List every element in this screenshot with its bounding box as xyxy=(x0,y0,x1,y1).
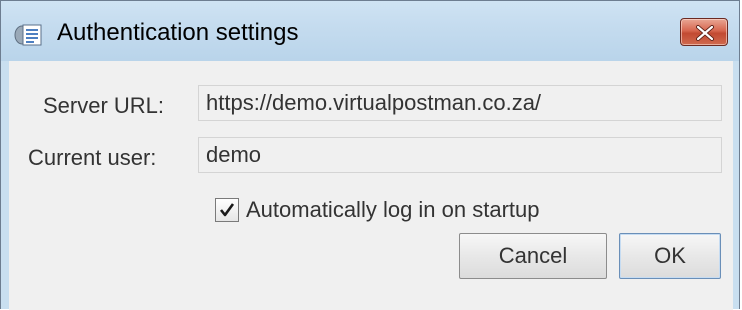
dialog-window: Authentication settings Server URL: http… xyxy=(0,0,740,310)
auto-login-checkbox[interactable] xyxy=(215,198,239,222)
cancel-button[interactable]: Cancel xyxy=(459,233,607,279)
window-title: Authentication settings xyxy=(57,19,299,46)
ok-button[interactable]: OK xyxy=(619,233,721,279)
app-document-icon xyxy=(14,21,44,47)
server-url-label: Server URL: xyxy=(43,93,165,118)
current-user-label: Current user: xyxy=(28,145,157,170)
close-button[interactable] xyxy=(680,18,728,46)
dialog-content: Server URL: https://demo.virtualpostman.… xyxy=(9,61,733,310)
title-bar[interactable]: Authentication settings xyxy=(1,1,739,61)
server-url-field[interactable]: https://demo.virtualpostman.co.za/ xyxy=(198,85,722,121)
current-user-field[interactable]: demo xyxy=(198,137,722,173)
auto-login-label[interactable]: Automatically log in on startup xyxy=(246,197,540,223)
